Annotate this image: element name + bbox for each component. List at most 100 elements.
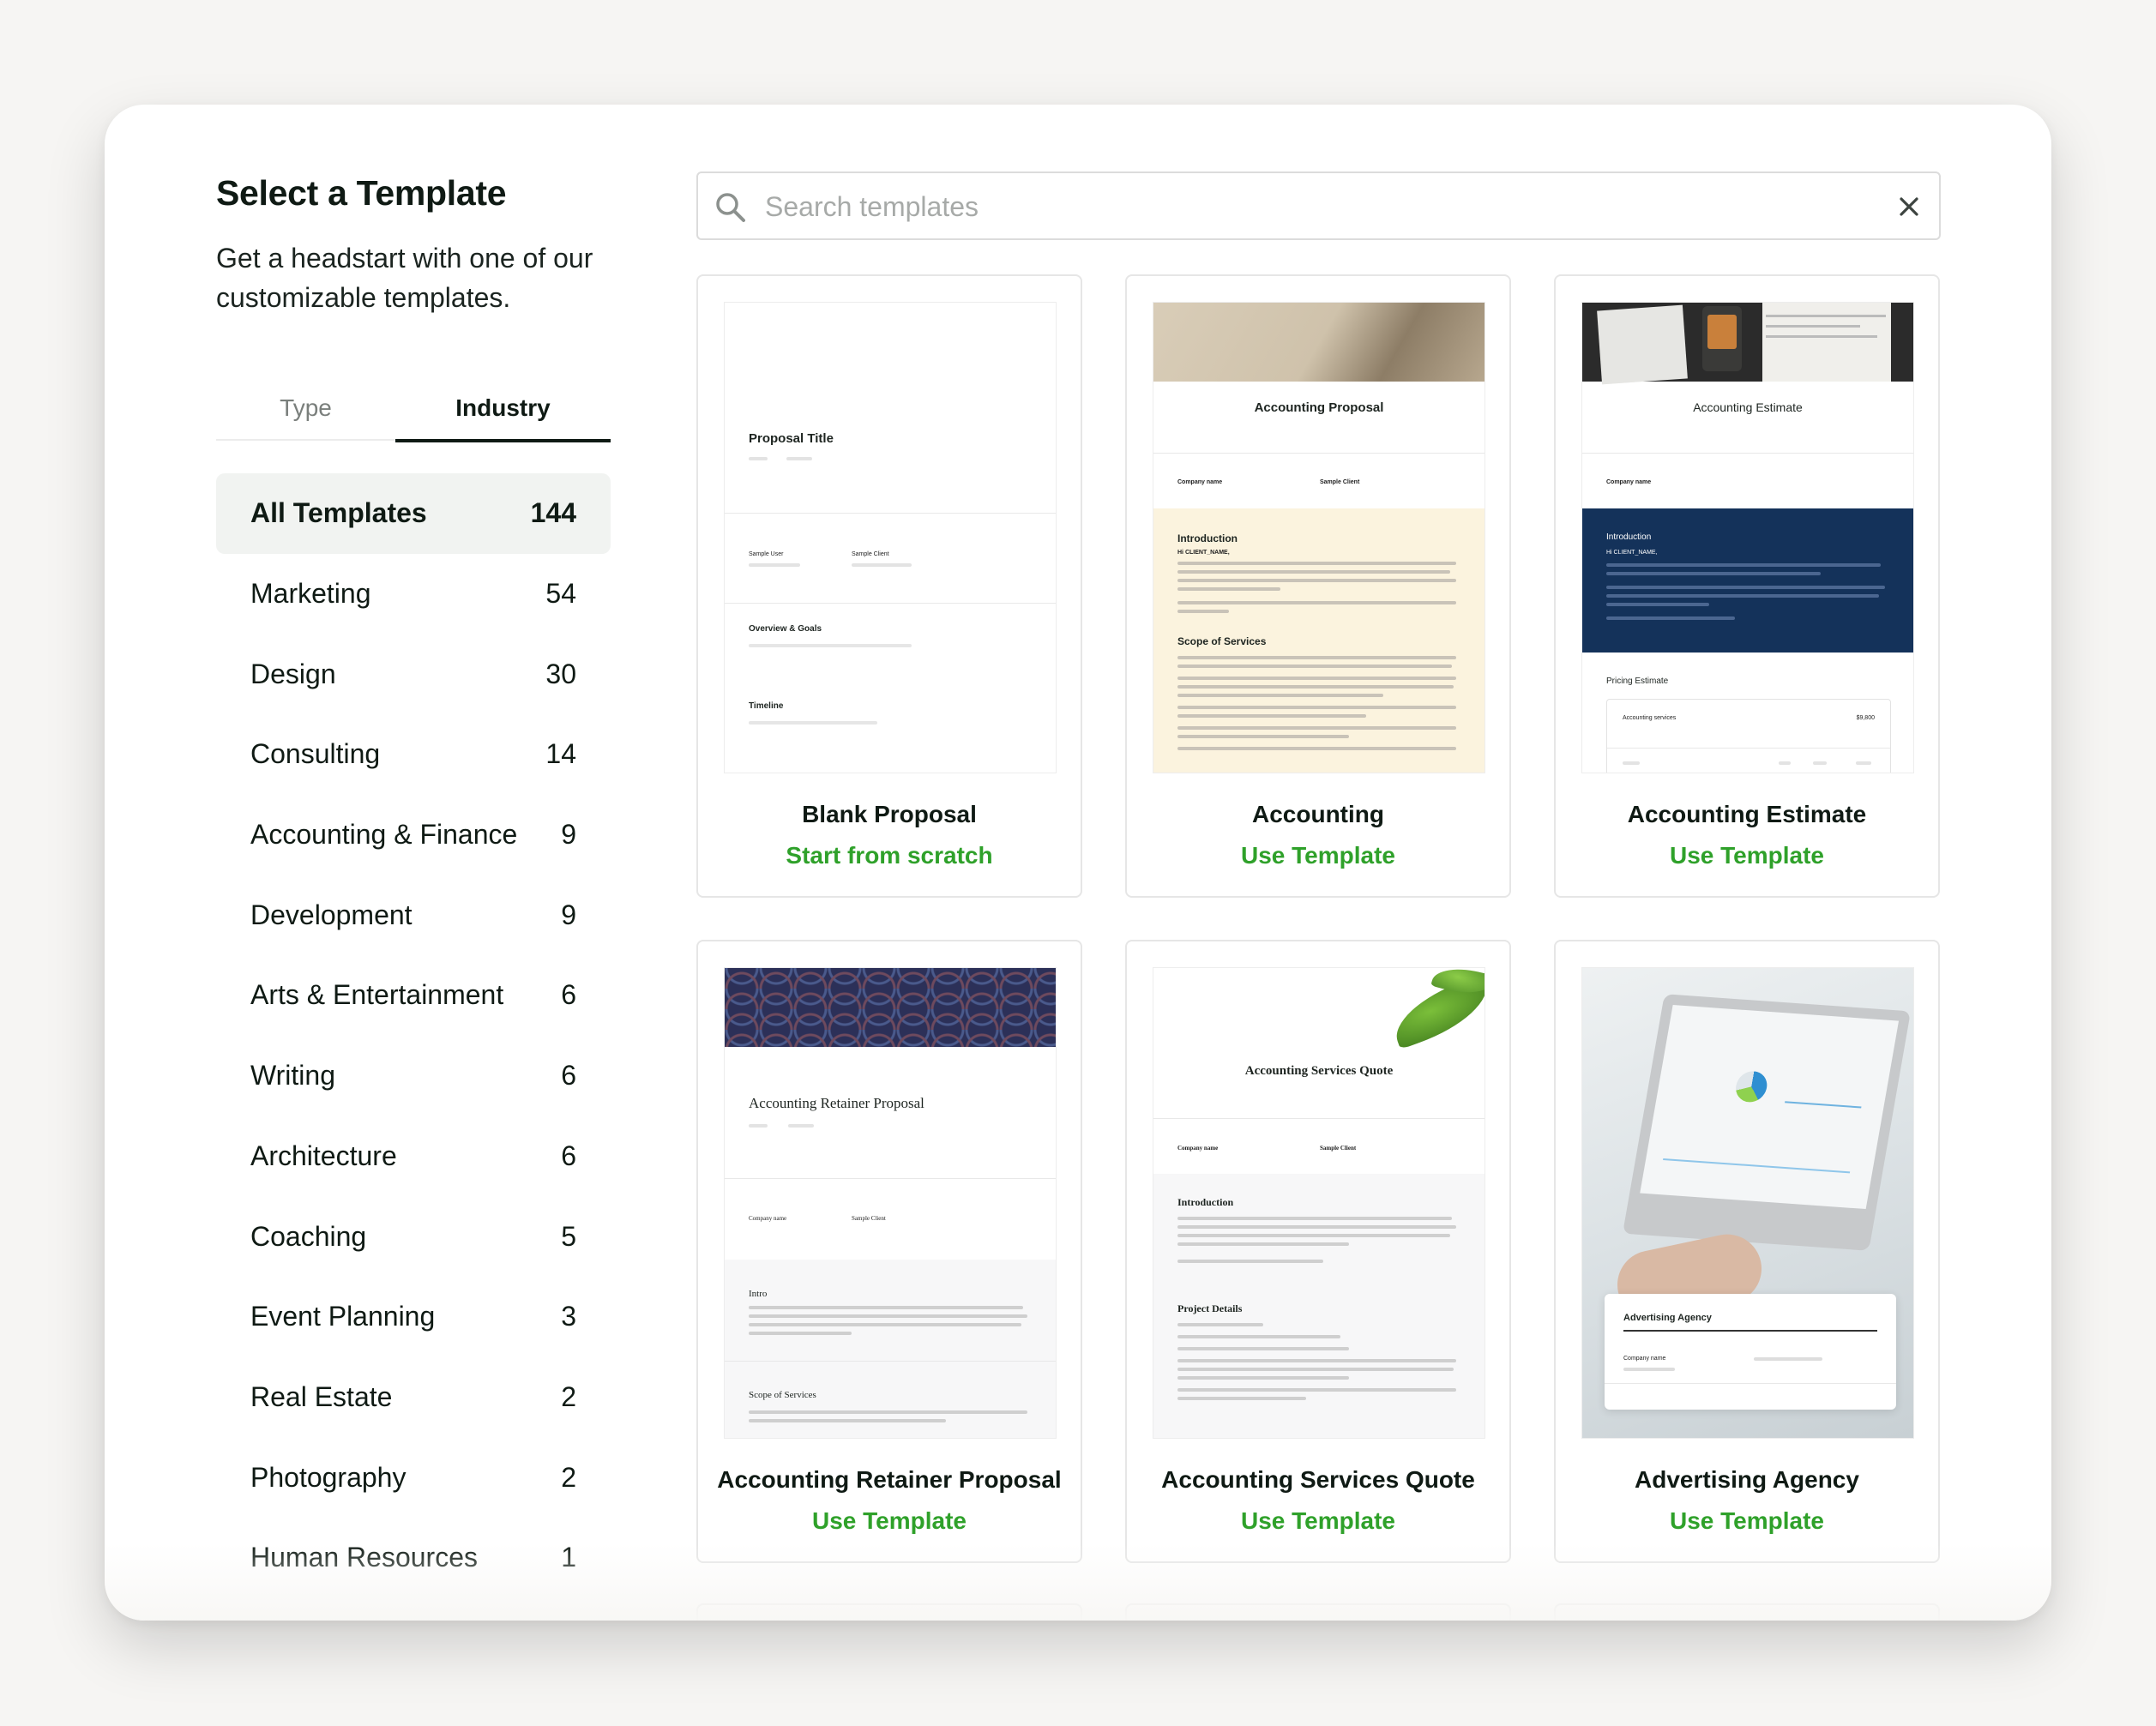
- thumb-section: Introduction: [1606, 532, 1652, 542]
- thumb-header-image: [1153, 303, 1485, 382]
- plant-leaf-image: [1373, 968, 1485, 1050]
- tab-industry[interactable]: Industry: [395, 388, 611, 442]
- category-count: 54: [545, 578, 576, 610]
- category-marketing[interactable]: Marketing 54: [216, 554, 611, 634]
- thumb-section: Scope of Services: [749, 1390, 816, 1400]
- template-thumbnail: Accounting Estimate Company name Introdu…: [1581, 302, 1914, 773]
- thumb-section: Timeline: [749, 701, 784, 711]
- search-icon: [716, 193, 745, 222]
- template-card-partial[interactable]: [696, 1603, 1082, 1621]
- thumb-to: Sample Client: [852, 551, 889, 557]
- thumb-price: $9,800: [1856, 715, 1875, 721]
- use-template-link[interactable]: Use Template: [698, 1507, 1081, 1535]
- template-card-accounting-retainer-proposal[interactable]: Accounting Retainer Proposal Company nam…: [696, 940, 1082, 1563]
- thumb-from: Company name: [749, 1215, 787, 1222]
- category-development[interactable]: Development 9: [216, 875, 611, 955]
- thumb-title: Accounting Estimate: [1693, 400, 1803, 414]
- template-thumbnail: Proposal Title Sample User Sample Client…: [724, 302, 1057, 773]
- template-thumbnail: Accounting Retainer Proposal Company nam…: [724, 967, 1057, 1439]
- thumb-to: Sample Client: [1320, 1145, 1357, 1152]
- template-name: Advertising Agency: [1635, 1466, 1859, 1493]
- thumb-title: Accounting Retainer Proposal: [749, 1095, 924, 1111]
- thumb-from: Company name: [1177, 479, 1223, 485]
- category-count: 3: [561, 1301, 576, 1332]
- template-card-accounting[interactable]: Accounting Proposal Company name Sample …: [1125, 274, 1511, 898]
- search-box: [696, 171, 1941, 240]
- template-thumbnail: Accounting Services Quote Company name S…: [1153, 967, 1485, 1439]
- category-architecture[interactable]: Architecture 6: [216, 1116, 611, 1197]
- category-count: 2: [561, 1380, 576, 1412]
- category-label: Development: [250, 899, 413, 930]
- close-icon[interactable]: [1894, 192, 1924, 221]
- use-template-link[interactable]: Use Template: [1127, 842, 1509, 869]
- thumb-overlay-card: Advertising Agency Company name: [1605, 1294, 1896, 1410]
- thumb-section: Pricing Estimate: [1606, 677, 1669, 686]
- thumb-section: Intro: [749, 1289, 768, 1299]
- category-all-templates[interactable]: All Templates 144: [216, 473, 611, 554]
- tab-type[interactable]: Type: [216, 388, 395, 441]
- category-label: Accounting & Finance: [250, 819, 518, 851]
- thumb-header-image: [1582, 303, 1913, 385]
- category-count: 9: [561, 819, 576, 851]
- category-label: Marketing: [250, 578, 371, 610]
- category-count: 6: [561, 1060, 576, 1092]
- thumb-to: Sample Client: [1320, 479, 1360, 485]
- template-card-advertising-agency[interactable]: Advertising Agency Company name Advertis…: [1554, 940, 1940, 1563]
- use-template-link[interactable]: Use Template: [1127, 1507, 1509, 1535]
- thumb-from: Company name: [1177, 1145, 1219, 1152]
- category-human-resources[interactable]: Human Resources 1: [216, 1518, 611, 1598]
- thumb-header-pattern: [725, 968, 1056, 1047]
- thumb-from: Company name: [1623, 1356, 1666, 1362]
- template-card-partial[interactable]: [1125, 1603, 1511, 1621]
- category-list: All Templates 144 Marketing 54 Design 30 Co…: [216, 473, 611, 1598]
- category-label: Consulting: [250, 738, 381, 770]
- category-event-planning[interactable]: Event Planning 3: [216, 1277, 611, 1357]
- thumb-body: Intro Scope of Services: [725, 1260, 1056, 1438]
- tab-label: Industry: [455, 394, 551, 421]
- category-consulting[interactable]: Consulting 14: [216, 714, 611, 795]
- filter-tabs: Type Industry: [216, 388, 611, 442]
- template-card-accounting-estimate[interactable]: Accounting Estimate Company name Introdu…: [1554, 274, 1940, 898]
- thumb-line-item: Accounting services: [1623, 715, 1677, 721]
- thumb-section: Introduction: [1177, 1196, 1234, 1208]
- category-label: Event Planning: [250, 1301, 436, 1332]
- thumb-pricing-table: Accounting services $9,800: [1606, 699, 1891, 773]
- template-name: Accounting Estimate: [1627, 801, 1867, 827]
- thumb-section: Overview & Goals: [749, 624, 822, 634]
- category-coaching[interactable]: Coaching 5: [216, 1196, 611, 1277]
- category-label: Architecture: [250, 1140, 397, 1171]
- thumb-title: Advertising Agency: [1623, 1313, 1712, 1323]
- laptop-image: [1622, 994, 1912, 1251]
- category-accounting-finance[interactable]: Accounting & Finance 9: [216, 795, 611, 875]
- category-label: Human Resources: [250, 1542, 478, 1573]
- category-count: 1: [561, 1542, 576, 1573]
- category-label: Design: [250, 658, 336, 689]
- category-count: 144: [530, 497, 576, 529]
- thumb-title: Accounting Services Quote: [1244, 1064, 1394, 1078]
- thumb-to: Sample Client: [852, 1215, 886, 1222]
- template-picker-modal: Select a Template Get a headstart with o…: [105, 105, 2051, 1621]
- category-arts-entertainment[interactable]: Arts & Entertainment 6: [216, 955, 611, 1036]
- template-thumbnail: Advertising Agency Company name: [1581, 967, 1914, 1439]
- template-name: Accounting Services Quote: [1161, 1466, 1475, 1493]
- category-label: Arts & Entertainment: [250, 979, 504, 1011]
- page-subtitle: Get a headstart with one of our customiz…: [216, 243, 593, 313]
- template-card-blank-proposal[interactable]: Proposal Title Sample User Sample Client…: [696, 274, 1082, 898]
- category-design[interactable]: Design 30: [216, 634, 611, 714]
- category-photography[interactable]: Photography 2: [216, 1437, 611, 1518]
- search-input[interactable]: [765, 183, 1863, 230]
- use-template-link[interactable]: Use Template: [1556, 842, 1938, 869]
- category-count: 5: [561, 1220, 576, 1252]
- category-writing[interactable]: Writing 6: [216, 1036, 611, 1116]
- template-card-accounting-services-quote[interactable]: Accounting Services Quote Company name S…: [1125, 940, 1511, 1563]
- template-thumbnail: Accounting Proposal Company name Sample …: [1153, 302, 1485, 773]
- use-template-link[interactable]: Use Template: [1556, 1507, 1938, 1535]
- pie-chart-icon: [1733, 1070, 1770, 1104]
- thumb-from: Sample User: [749, 551, 784, 557]
- template-card-partial[interactable]: [1554, 1603, 1940, 1621]
- category-real-estate[interactable]: Real Estate 2: [216, 1357, 611, 1438]
- start-from-scratch-link[interactable]: Start from scratch: [698, 842, 1081, 869]
- category-count: 2: [561, 1461, 576, 1493]
- template-name: Accounting Retainer Proposal: [717, 1466, 1062, 1493]
- page-title: Select a Template: [216, 173, 507, 213]
